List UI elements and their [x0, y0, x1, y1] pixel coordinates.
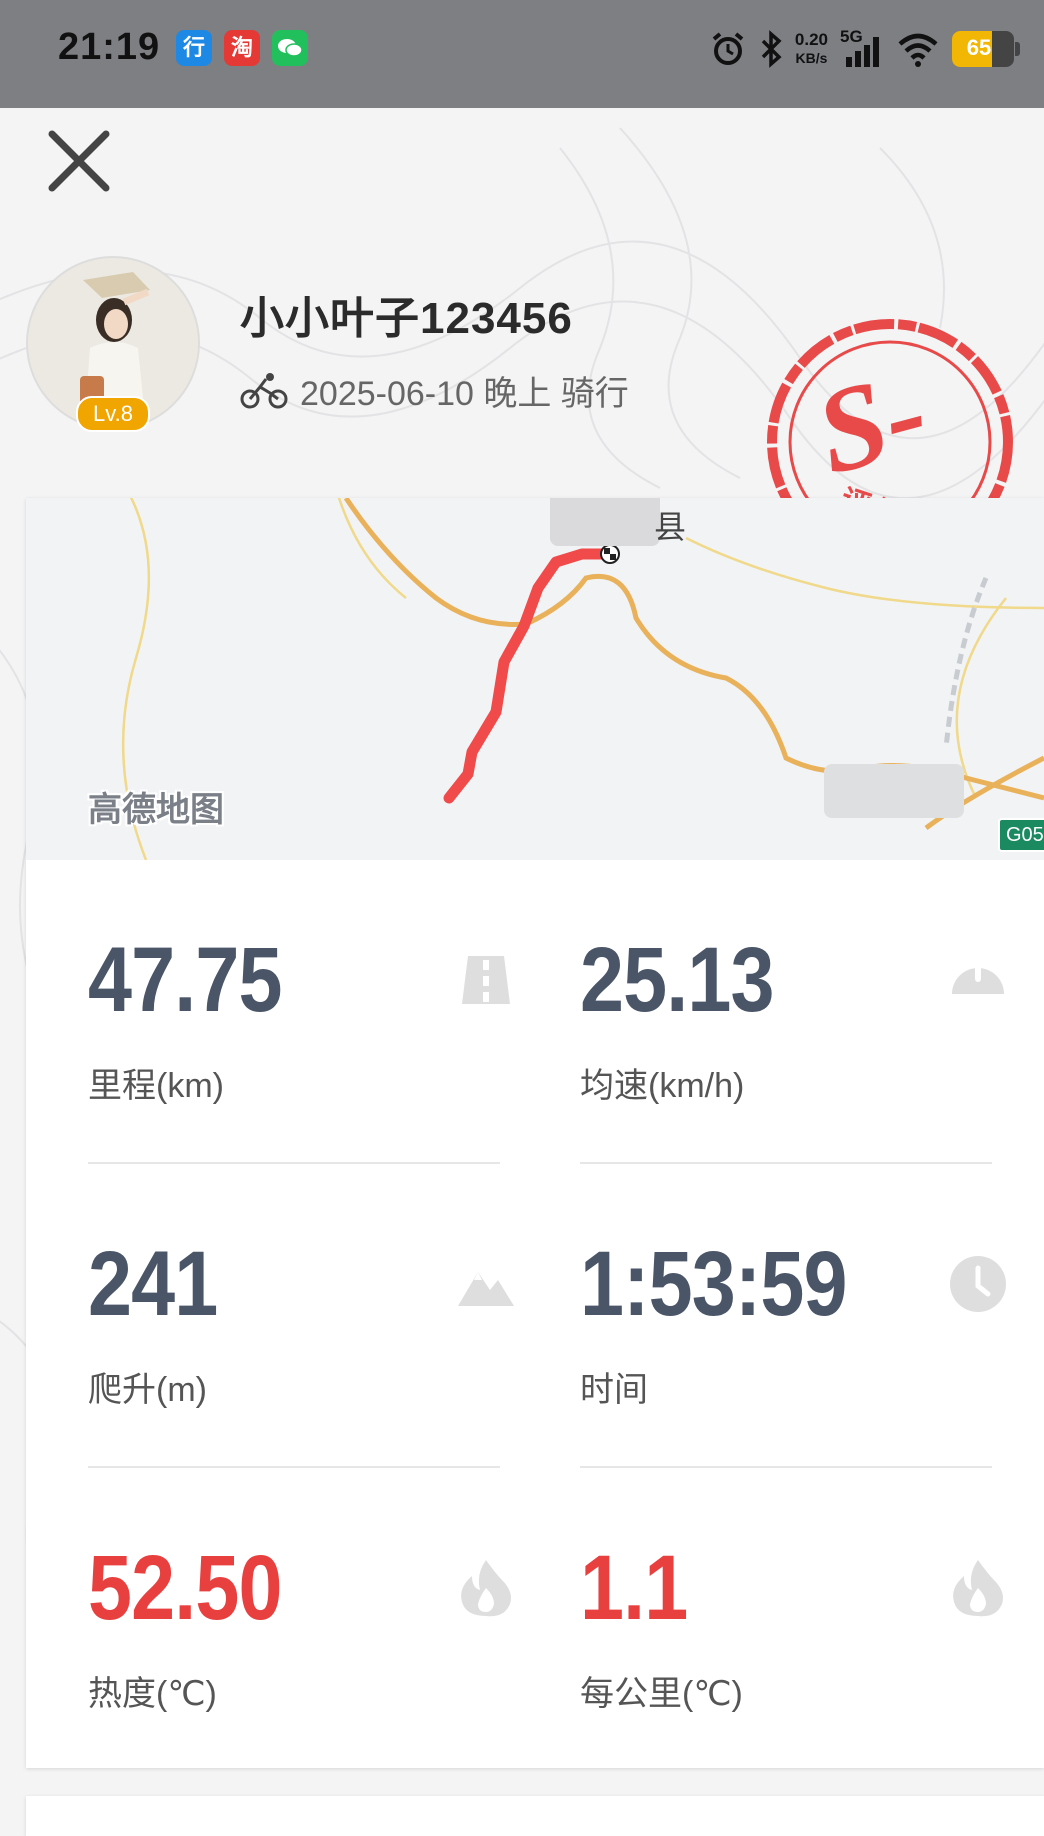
stat-heat-per-km: 1.1 每公里(℃) — [580, 1536, 1008, 1806]
stat-avg-speed: 25.13 均速(km/h) — [580, 928, 1008, 1198]
mountain-icon — [458, 1272, 514, 1306]
activity-meta-text: 2025-06-10 晚上 骑行 — [300, 375, 629, 413]
stat-duration: 1:53:59 时间 — [580, 1232, 1008, 1502]
taobao-app-icon: 淘 — [224, 30, 260, 66]
stat-label: 热度(℃) — [88, 1675, 217, 1713]
stat-value: 47.75 — [88, 929, 283, 1031]
route-map[interactable]: 县 G05 高德地图 — [26, 498, 1044, 860]
stat-value: 241 — [88, 1233, 218, 1335]
bicycle-icon — [240, 372, 288, 408]
wifi-icon — [898, 33, 938, 67]
map-label-blur — [824, 764, 964, 818]
close-icon[interactable] — [44, 126, 114, 196]
stat-distance: 47.75 里程(km) — [88, 928, 516, 1198]
road-tag: G05 — [998, 818, 1044, 852]
road-icon — [462, 956, 510, 1004]
ride-summary-card: 县 G05 高德地图 47.75 里程(km) 25.13 均速(km/h) 2… — [26, 498, 1044, 1768]
speedometer-icon — [952, 964, 1004, 994]
stat-value: 1.1 — [580, 1537, 688, 1639]
map-county-label: 县 — [654, 509, 687, 545]
flame-icon — [461, 1560, 511, 1617]
stat-value: 1:53:59 — [580, 1233, 848, 1335]
stat-label: 每公里(℃) — [580, 1675, 743, 1713]
stat-label: 均速(km/h) — [580, 1067, 745, 1105]
stat-value: 25.13 — [580, 929, 775, 1031]
battery-indicator: 65 — [952, 31, 1020, 67]
stat-label: 爬升(m) — [88, 1371, 207, 1409]
stat-label: 时间 — [580, 1371, 648, 1409]
username: 小小叶子123456 — [240, 294, 573, 343]
hangxing-app-icon: 行 — [176, 30, 212, 66]
status-bar: 21:19 行 淘 0.20 KB/s 5G 65 — [0, 0, 1044, 108]
cell-signal-icon: 5G — [840, 27, 884, 69]
status-time: 21:19 — [58, 26, 161, 68]
net-speed: 0.20 KB/s — [794, 30, 828, 67]
bluetooth-icon — [761, 30, 782, 68]
map-label-blur — [550, 498, 660, 546]
flame-icon — [953, 1560, 1003, 1617]
stat-climb: 241 爬升(m) — [88, 1232, 516, 1502]
route-line — [443, 548, 612, 804]
stat-value: 52.50 — [88, 1537, 283, 1639]
level-badge: Lv.8 — [76, 396, 150, 432]
next-card — [26, 1796, 1044, 1836]
clock-icon — [950, 1256, 1006, 1312]
grade-value: S- — [803, 343, 940, 499]
stat-heat: 52.50 热度(℃) — [88, 1536, 516, 1806]
alarm-icon — [712, 32, 744, 65]
activity-meta: 2025-06-10 晚上 骑行 — [240, 366, 629, 415]
wechat-app-icon — [272, 30, 308, 66]
map-provider-logo: 高德地图 — [88, 791, 224, 829]
stat-label: 里程(km) — [88, 1067, 224, 1105]
